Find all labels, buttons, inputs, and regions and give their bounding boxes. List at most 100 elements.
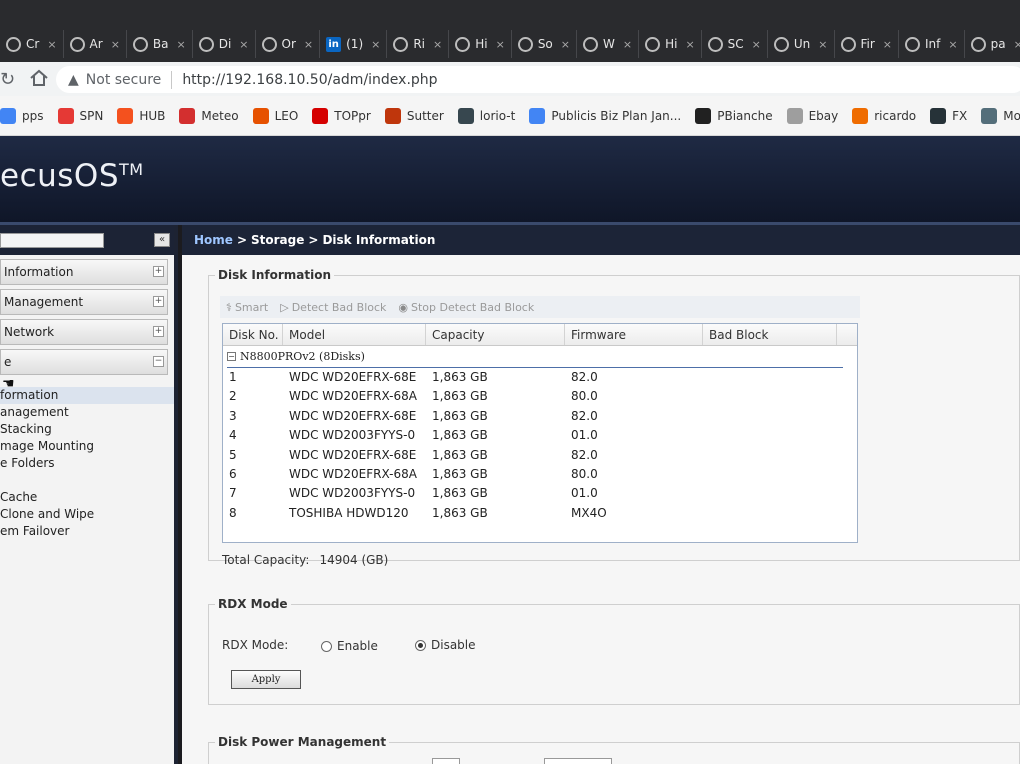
bookmark-item[interactable]: ricardo <box>852 107 916 124</box>
cell-badblock <box>703 368 837 387</box>
url-text[interactable]: http://192.168.10.50/adm/index.php <box>182 72 437 88</box>
close-tab-icon[interactable]: × <box>561 38 570 51</box>
table-row[interactable]: 5 WDC WD20EFRX-68E 1,863 GB 82.0 <box>223 446 857 465</box>
bookmark-item[interactable]: Publicis Biz Plan Jan... <box>529 107 681 124</box>
smart-button[interactable]: ⚕ Smart <box>226 301 268 314</box>
browser-tab[interactable]: Fir × <box>835 30 900 58</box>
browser-tab[interactable]: Ar × <box>64 30 127 58</box>
table-row[interactable]: 7 WDC WD2003FYYS-0 1,863 GB 01.0 <box>223 484 857 503</box>
reload-icon[interactable]: ↻ <box>0 69 15 90</box>
bookmark-item[interactable]: LEO <box>252 107 298 124</box>
sidebar-subitem[interactable]: Clone and Wipe <box>0 506 174 523</box>
browser-tab[interactable]: Cr × <box>0 30 64 58</box>
bookmark-item[interactable]: Sutter <box>384 107 444 124</box>
bookmark-item[interactable]: Meteo <box>179 107 239 124</box>
close-tab-icon[interactable]: × <box>371 38 380 51</box>
bookmark-item[interactable]: FX <box>930 107 967 124</box>
table-row[interactable]: 6 WDC WD20EFRX-68A 1,863 GB 80.0 <box>223 465 857 484</box>
power-select-partial[interactable] <box>432 758 460 764</box>
collapse-sidebar-button[interactable]: « <box>154 233 170 247</box>
home-icon[interactable] <box>29 69 51 89</box>
radio-circle-icon[interactable] <box>321 640 332 652</box>
bookmark-item[interactable]: lorio-t <box>457 107 515 124</box>
bookmark-item[interactable]: Ebay <box>786 107 838 124</box>
close-tab-icon[interactable]: × <box>496 38 505 51</box>
close-tab-icon[interactable]: × <box>304 38 313 51</box>
rdx-enable-radio[interactable]: Enable <box>321 639 378 653</box>
bookmark-item[interactable]: HUB <box>117 107 165 124</box>
breadcrumb-storage[interactable]: Storage <box>251 233 304 247</box>
sidebar-search-input[interactable] <box>0 232 104 248</box>
bookmark-item[interactable]: PBianche <box>695 107 773 124</box>
expand-icon[interactable]: + <box>153 296 164 307</box>
browser-tab[interactable]: Inf × <box>899 30 965 58</box>
expand-icon[interactable]: + <box>153 326 164 337</box>
browser-tab[interactable]: in (1) × <box>320 30 388 58</box>
sidebar-subitem[interactable]: e Folders <box>0 455 174 472</box>
sidebar-subitem[interactable]: Cache <box>0 489 174 506</box>
sidebar-subitem[interactable]: em Failover <box>0 523 174 540</box>
cell-model: WDC WD20EFRX-68E <box>289 370 417 384</box>
browser-tab[interactable]: Ba × <box>127 30 193 58</box>
close-tab-icon[interactable]: × <box>239 38 248 51</box>
column-header[interactable]: Bad Block <box>703 324 837 345</box>
close-tab-icon[interactable]: × <box>1014 38 1020 51</box>
close-tab-icon[interactable]: × <box>433 38 442 51</box>
disk-group-row[interactable]: − N8800PROv2 (8Disks) <box>227 346 843 368</box>
sidebar-subitem[interactable]: anagement <box>0 404 174 421</box>
browser-tab[interactable]: W × <box>577 30 640 58</box>
table-row[interactable]: 1 WDC WD20EFRX-68E 1,863 GB 82.0 <box>223 368 857 387</box>
sidebar-group[interactable]: e − <box>0 349 168 375</box>
browser-tab[interactable]: Hi × <box>639 30 702 58</box>
stop-detect-bad-block-button[interactable]: ◉ Stop Detect Bad Block <box>398 301 534 314</box>
close-tab-icon[interactable]: × <box>948 38 957 51</box>
sidebar-group[interactable]: Network + <box>0 319 168 345</box>
sidebar-subitem[interactable]: formation <box>0 387 174 404</box>
collapse-group-icon[interactable]: − <box>227 352 236 361</box>
close-tab-icon[interactable]: × <box>47 38 56 51</box>
column-header[interactable]: Model <box>283 324 426 345</box>
collapse-icon[interactable]: − <box>153 356 164 367</box>
bookmark-item[interactable]: MoisD <box>981 107 1020 124</box>
bookmark-item[interactable]: SPN <box>57 107 103 124</box>
browser-tab[interactable]: Or × <box>256 30 321 58</box>
column-header[interactable]: Firmware <box>565 324 703 345</box>
browser-tab[interactable]: SC × <box>702 30 768 58</box>
table-row[interactable]: 8 TOSHIBA HDWD120 1,863 GB MX4O <box>223 504 857 523</box>
breadcrumb-home-link[interactable]: Home <box>194 233 233 247</box>
close-tab-icon[interactable]: × <box>111 38 120 51</box>
bookmark-item[interactable]: TOPpr <box>312 107 371 124</box>
close-tab-icon[interactable]: × <box>623 38 632 51</box>
security-status[interactable]: Not secure <box>86 72 162 88</box>
sidebar-subitem[interactable]: mage Mounting <box>0 438 174 455</box>
close-tab-icon[interactable]: × <box>883 38 892 51</box>
detect-bad-block-button[interactable]: ▷ Detect Bad Block <box>280 301 386 314</box>
url-omnibox[interactable]: ▲ Not secure http://192.168.10.50/adm/in… <box>56 66 1020 93</box>
bookmark-item[interactable]: pps <box>0 107 44 124</box>
close-tab-icon[interactable]: × <box>177 38 186 51</box>
sidebar-group[interactable]: Information + <box>0 259 168 285</box>
table-row[interactable]: 3 WDC WD20EFRX-68E 1,863 GB 82.0 <box>223 407 857 426</box>
browser-tab[interactable]: Un × <box>768 30 835 58</box>
warning-triangle-icon[interactable]: ▲ <box>68 72 79 88</box>
power-button-partial[interactable] <box>544 758 612 764</box>
browser-tab[interactable]: pa × <box>965 30 1020 58</box>
sidebar-group[interactable]: Management + <box>0 289 168 315</box>
close-tab-icon[interactable]: × <box>752 38 761 51</box>
sidebar-subitem[interactable]: Stacking <box>0 421 174 438</box>
radio-circle-icon[interactable] <box>415 639 426 651</box>
column-header[interactable]: Capacity <box>426 324 565 345</box>
close-tab-icon[interactable]: × <box>685 38 694 51</box>
browser-tab[interactable]: Hi × <box>449 30 512 58</box>
apply-button[interactable]: Apply <box>231 670 301 689</box>
column-header[interactable]: Disk No. <box>223 324 283 345</box>
cell-capacity: 1,863 GB <box>432 486 488 501</box>
browser-tab[interactable]: So × <box>512 30 577 58</box>
expand-icon[interactable]: + <box>153 266 164 277</box>
browser-tab[interactable]: Ri × <box>387 30 450 58</box>
table-row[interactable]: 4 WDC WD2003FYYS-0 1,863 GB 01.0 <box>223 426 857 445</box>
close-tab-icon[interactable]: × <box>818 38 827 51</box>
rdx-disable-radio[interactable]: Disable <box>415 638 476 652</box>
browser-tab[interactable]: Di × <box>193 30 256 58</box>
table-row[interactable]: 2 WDC WD20EFRX-68A 1,863 GB 80.0 <box>223 387 857 406</box>
